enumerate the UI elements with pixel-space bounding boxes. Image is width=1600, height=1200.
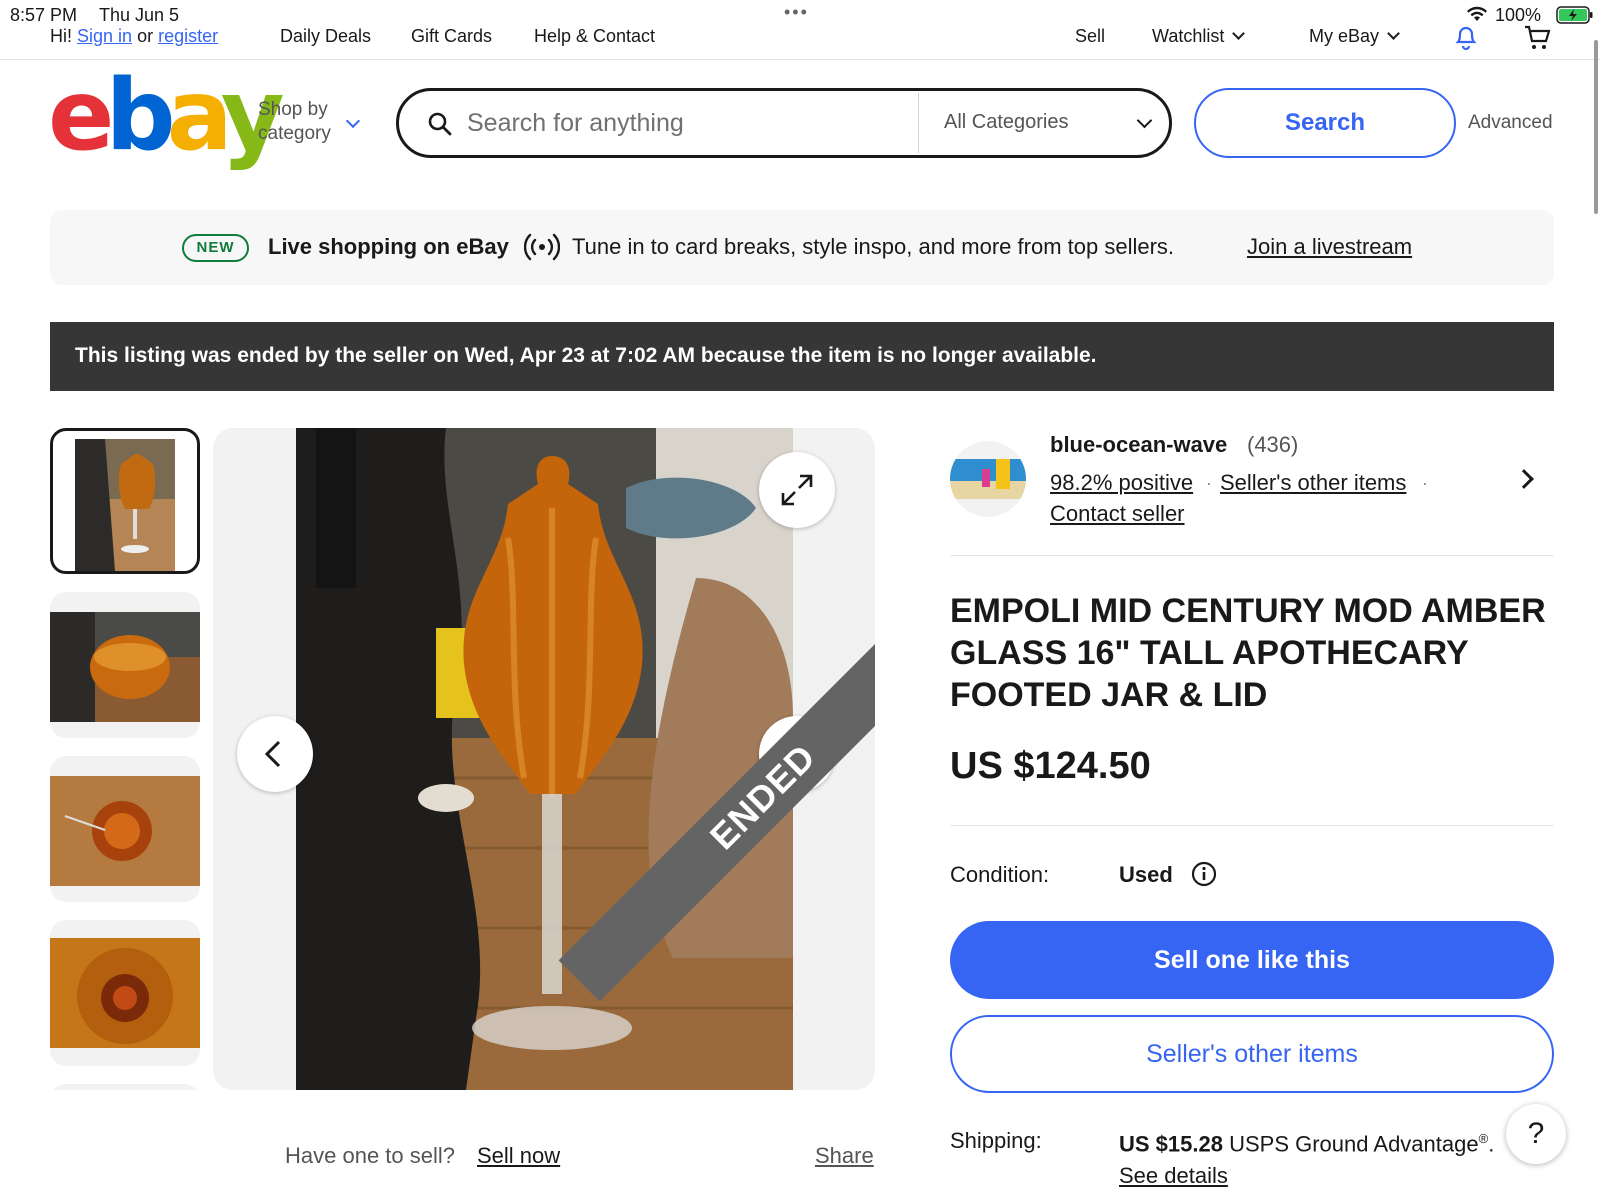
- thumbnail-image: [50, 612, 200, 722]
- sell-link[interactable]: Sell: [1075, 26, 1105, 47]
- separator-dot: ·: [1422, 473, 1428, 493]
- notification-bell-icon[interactable]: [1452, 24, 1480, 52]
- new-badge: NEW: [182, 234, 249, 262]
- thumbnail-strip: [50, 428, 202, 1090]
- contact-seller-link[interactable]: Contact seller: [1050, 501, 1185, 527]
- search-input[interactable]: [467, 103, 887, 143]
- my-ebay-menu[interactable]: My eBay: [1309, 26, 1400, 47]
- sell-now-link[interactable]: Sell now: [477, 1143, 560, 1169]
- thumbnail-image: [50, 938, 200, 1048]
- chevron-right-icon[interactable]: [1514, 469, 1534, 489]
- daily-deals-link[interactable]: Daily Deals: [280, 26, 371, 47]
- live-banner-description: Tune in to card breaks, style inspo, and…: [572, 234, 1175, 259]
- seller-positive-link[interactable]: 98.2% positive: [1050, 470, 1193, 496]
- search-divider: [918, 93, 919, 153]
- listing-ended-notice: This listing was ended by the seller on …: [50, 322, 1554, 391]
- chevron-right-icon: [791, 740, 808, 768]
- item-price: US $124.50: [950, 745, 1151, 787]
- thumbnail-2[interactable]: [50, 592, 200, 738]
- info-icon[interactable]: [1191, 861, 1217, 887]
- greeting: Hi! Sign in or register: [50, 26, 219, 46]
- item-photo: [296, 428, 793, 1090]
- fullscreen-button[interactable]: [759, 452, 835, 528]
- expand-icon: [781, 474, 813, 506]
- shipping-value: US $15.28 USPS Ground Advantage®.: [1119, 1131, 1495, 1157]
- help-button[interactable]: ?: [1506, 1104, 1566, 1164]
- seller-feedback-score: (436): [1247, 432, 1299, 457]
- wifi-icon: [1467, 6, 1487, 21]
- seller-avatar[interactable]: [950, 441, 1026, 517]
- sign-in-link[interactable]: Sign in: [77, 26, 132, 46]
- condition-label: Condition:: [950, 862, 1050, 887]
- have-one-text: Have one to sell?: [285, 1143, 455, 1168]
- seller-other-items-link[interactable]: Seller's other items: [1220, 470, 1406, 496]
- next-image-button[interactable]: [759, 716, 835, 792]
- divider: [950, 825, 1554, 826]
- thumbnail-image: [75, 439, 175, 571]
- chevron-down-icon: [1232, 27, 1246, 40]
- top-nav: Hi! Sign in or register Daily Deals Gift…: [0, 22, 1600, 60]
- thumbnail-1[interactable]: [50, 428, 200, 574]
- see-details-link[interactable]: See details: [1119, 1163, 1228, 1189]
- live-banner-title: Live shopping on eBay: [268, 234, 509, 259]
- scrollbar[interactable]: [1594, 40, 1598, 214]
- category-select[interactable]: All Categories: [944, 111, 1069, 134]
- gift-cards-link[interactable]: Gift Cards: [411, 26, 492, 47]
- chevron-left-icon: [264, 740, 281, 768]
- live-shopping-banner: NEW Live shopping on eBay Tune in to car…: [50, 210, 1554, 285]
- seller-name[interactable]: blue-ocean-wave: [1050, 432, 1227, 458]
- chevron-down-icon[interactable]: [345, 113, 361, 129]
- thumbnail-3[interactable]: [50, 756, 200, 902]
- join-livestream-link[interactable]: Join a livestream: [1247, 234, 1412, 260]
- watchlist-menu[interactable]: Watchlist: [1152, 26, 1246, 47]
- search-icon: [428, 112, 452, 136]
- separator-dot: ·: [1206, 473, 1212, 493]
- thumbnail-5[interactable]: [50, 1084, 200, 1090]
- shipping-label: Shipping:: [950, 1128, 1042, 1153]
- item-title: EMPOLI MID CENTURY MOD AMBER GLASS 16" T…: [950, 592, 1546, 714]
- thumbnail-image: [50, 776, 200, 886]
- shop-by-category[interactable]: Shop by category: [258, 98, 331, 146]
- divider: [950, 555, 1554, 556]
- multitasking-dots-icon[interactable]: •••: [784, 2, 809, 23]
- chevron-down-icon: [1387, 27, 1400, 40]
- chevron-down-icon[interactable]: [1136, 112, 1153, 129]
- search-button[interactable]: Search: [1194, 88, 1456, 158]
- previous-image-button[interactable]: [237, 716, 313, 792]
- broadcast-icon: [524, 233, 560, 261]
- ebay-logo[interactable]: ebay: [48, 67, 285, 165]
- cart-icon[interactable]: [1523, 24, 1553, 52]
- advanced-search-link[interactable]: Advanced: [1468, 112, 1553, 134]
- main-image[interactable]: [213, 428, 875, 1090]
- thumbnail-4[interactable]: [50, 920, 200, 1066]
- help-contact-link[interactable]: Help & Contact: [534, 26, 655, 47]
- share-link[interactable]: Share: [815, 1143, 874, 1169]
- condition-value: Used: [1119, 862, 1173, 887]
- avatar-image: [950, 441, 1026, 517]
- sell-one-like-this-button[interactable]: Sell one like this: [950, 921, 1554, 999]
- sellers-other-items-button[interactable]: Seller's other items: [950, 1015, 1554, 1093]
- register-link[interactable]: register: [158, 26, 218, 46]
- search-bar: All Categories: [396, 88, 1172, 158]
